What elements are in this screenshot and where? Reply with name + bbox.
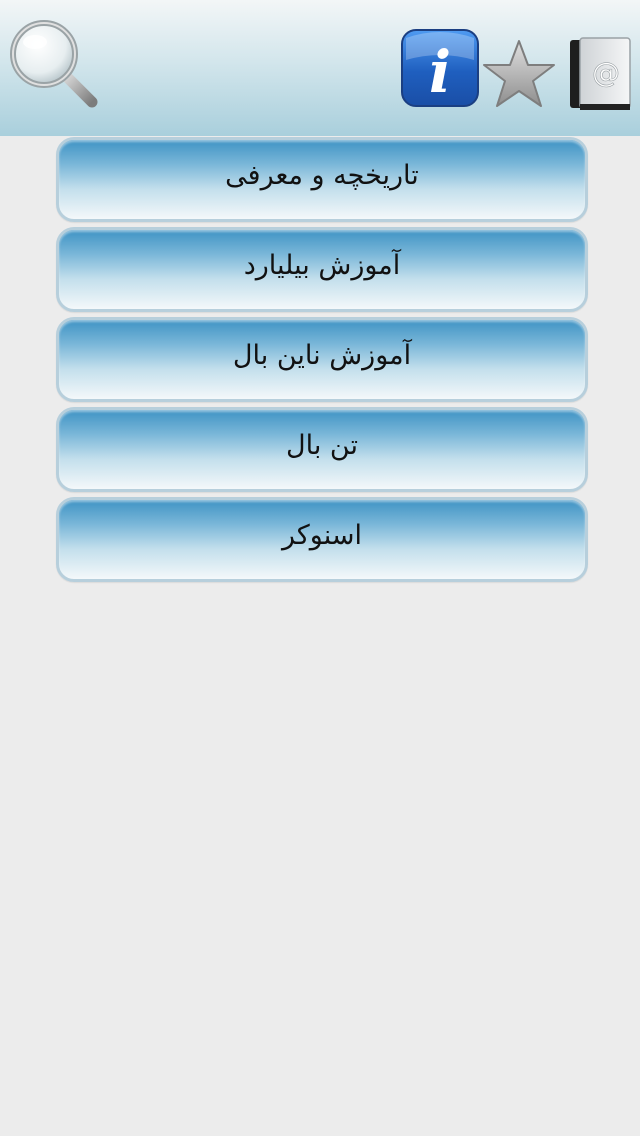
menu-item-label: تاریخچه و معرفی bbox=[225, 160, 419, 191]
menu-item-label: آموزش ناین بال bbox=[232, 340, 412, 371]
menu-item-history[interactable]: تاریخچه و معرفی bbox=[56, 137, 588, 222]
menu-item-snooker[interactable]: اسنوکر bbox=[56, 497, 588, 582]
top-toolbar: i @ bbox=[0, 0, 640, 136]
info-glyph: i bbox=[429, 38, 451, 106]
contacts-glyph: @ bbox=[592, 56, 620, 89]
contacts-book-icon[interactable]: @ bbox=[566, 36, 632, 112]
main-menu: تاریخچه و معرفی آموزش بیلیارد آموزش ناین… bbox=[56, 137, 588, 587]
menu-item-billiards-lessons[interactable]: آموزش بیلیارد bbox=[56, 227, 588, 312]
menu-item-ten-ball[interactable]: تن بال bbox=[56, 407, 588, 492]
menu-item-label: تن بال bbox=[285, 430, 358, 461]
info-icon[interactable]: i bbox=[400, 28, 480, 108]
menu-item-label: آموزش بیلیارد bbox=[243, 250, 401, 281]
search-icon[interactable] bbox=[8, 18, 100, 110]
menu-item-nine-ball-lessons[interactable]: آموزش ناین بال bbox=[56, 317, 588, 402]
menu-item-label: اسنوکر bbox=[282, 520, 362, 551]
star-icon[interactable] bbox=[482, 38, 556, 110]
